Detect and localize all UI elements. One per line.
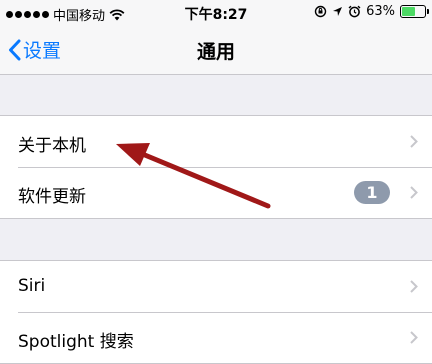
software-update-label: 软件更新 bbox=[18, 187, 86, 207]
settings-group-2: Siri Spotlight 搜索 bbox=[0, 260, 432, 364]
spotlight-search-row[interactable]: Spotlight 搜索 bbox=[0, 312, 432, 363]
location-arrow-icon bbox=[333, 7, 343, 16]
rotation-lock-icon bbox=[314, 5, 327, 18]
status-bar: 中国移动 下午8:27 63% bbox=[0, 0, 432, 26]
software-update-row[interactable]: 软件更新 1 bbox=[0, 167, 432, 218]
battery-icon bbox=[400, 5, 429, 18]
page-title: 通用 bbox=[196, 41, 235, 63]
chevron-right-icon bbox=[410, 280, 418, 293]
battery-fill bbox=[402, 7, 415, 16]
battery-percent: 63% bbox=[366, 4, 395, 19]
update-count-badge: 1 bbox=[354, 181, 390, 204]
chevron-right-icon bbox=[410, 331, 418, 344]
navigation-bar: 设置 通用 bbox=[0, 26, 432, 75]
about-label: 关于本机 bbox=[18, 136, 86, 156]
siri-label: Siri bbox=[18, 276, 46, 296]
settings-group-1: 关于本机 软件更新 1 bbox=[0, 115, 432, 219]
about-row[interactable]: 关于本机 bbox=[0, 116, 432, 167]
spotlight-search-label: Spotlight 搜索 bbox=[18, 332, 134, 352]
chevron-right-icon bbox=[410, 186, 418, 199]
siri-row[interactable]: Siri bbox=[0, 261, 432, 312]
chevron-right-icon bbox=[410, 135, 418, 148]
alarm-icon bbox=[348, 5, 361, 18]
status-right: 63% bbox=[314, 4, 429, 19]
